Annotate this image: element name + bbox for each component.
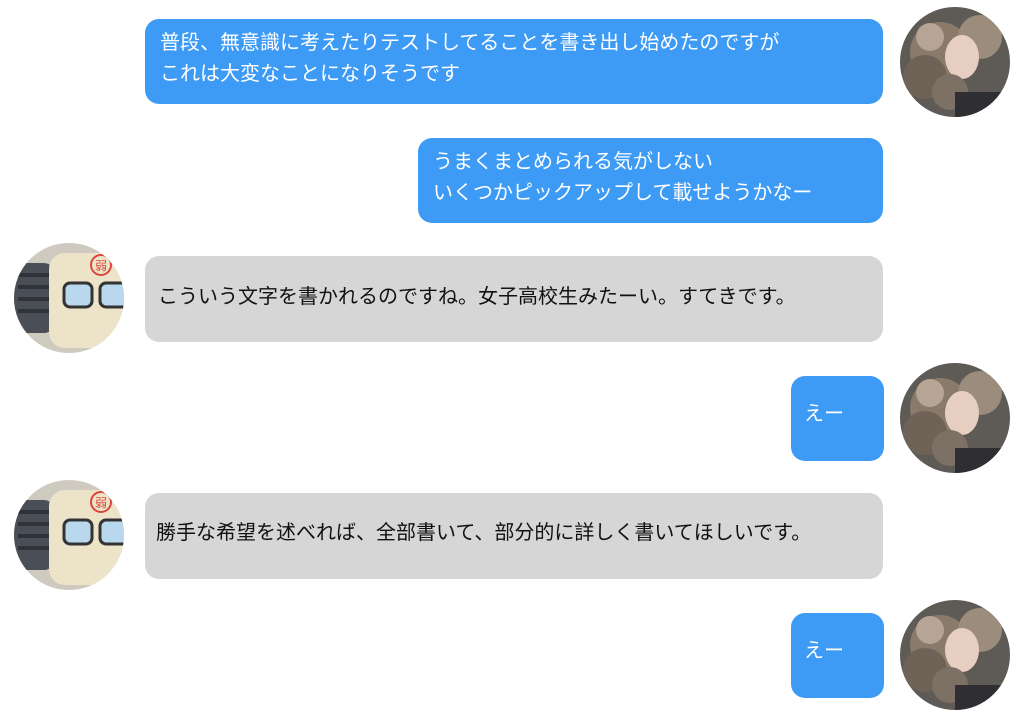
self-avatar[interactable]	[900, 363, 1010, 473]
message-text-line: うまくまとめられる気がしない	[433, 149, 713, 173]
curly-hair-person-icon	[900, 363, 1010, 473]
message-text-line: 普段、無意識に考えたりテストしてることを書き出し始めたのですが	[160, 30, 780, 54]
self-avatar[interactable]	[900, 600, 1010, 710]
message-text-line: いくつかピックアップして載せようかなー	[433, 180, 813, 204]
message-text-line: えー	[804, 401, 844, 425]
curly-hair-person-icon	[900, 600, 1010, 710]
outgoing-message-bubble[interactable]: えー	[791, 613, 884, 698]
incoming-message-bubble[interactable]: 勝手な希望を述べれば、全部書いて、部分的に詳しく書いてほしいです。	[145, 493, 883, 579]
stamp-text: 弱	[95, 259, 107, 273]
curly-hair-person-icon	[900, 7, 1010, 117]
message-text-line: えー	[804, 638, 844, 662]
self-avatar[interactable]	[900, 7, 1010, 117]
message-text-line: 勝手な希望を述べれば、全部書いて、部分的に詳しく書いてほしいです。	[156, 520, 812, 544]
stamp-text: 弱	[95, 496, 107, 510]
glasses-mascot-icon: 弱	[14, 243, 124, 353]
chat-thread: 普段、無意識に考えたりテストしてることを書き出し始めたのですが これは大変なこと…	[0, 0, 1024, 718]
outgoing-message-bubble[interactable]: えー	[791, 376, 884, 461]
other-avatar[interactable]: 弱	[14, 480, 124, 590]
glasses-mascot-icon: 弱	[14, 480, 124, 590]
incoming-message-bubble[interactable]: こういう文字を書かれるのですね。女子高校生みたーい。すてきです。	[145, 256, 883, 342]
other-avatar[interactable]: 弱	[14, 243, 124, 353]
message-text-line: こういう文字を書かれるのですね。女子高校生みたーい。すてきです。	[158, 284, 796, 308]
outgoing-message-bubble[interactable]: うまくまとめられる気がしない いくつかピックアップして載せようかなー	[418, 138, 883, 223]
message-text-line: これは大変なことになりそうです	[160, 61, 460, 85]
outgoing-message-bubble[interactable]: 普段、無意識に考えたりテストしてることを書き出し始めたのですが これは大変なこと…	[145, 19, 883, 104]
